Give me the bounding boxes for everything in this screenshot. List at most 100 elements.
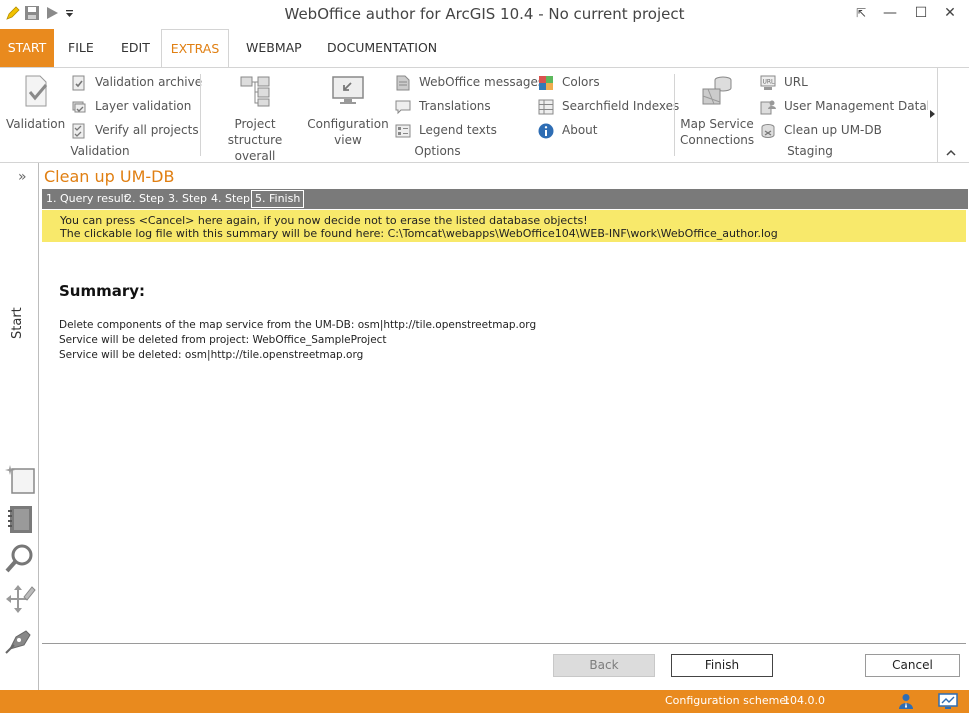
left-sidebar: » Start <box>0 163 39 690</box>
map-service-connections-label-1: Map Service <box>680 117 754 131</box>
about-label: About <box>562 123 598 137</box>
pen-icon[interactable] <box>4 623 36 655</box>
configuration-view-label-2: view <box>334 133 362 147</box>
weboffice-messages-button[interactable]: WebOffice messages <box>395 72 544 92</box>
translations-button[interactable]: Translations <box>395 96 491 116</box>
translations-icon <box>395 100 411 114</box>
configuration-view-button[interactable]: Configuration view <box>307 74 389 148</box>
url-button[interactable]: URL URL <box>760 72 808 92</box>
map-service-connections-button[interactable]: Map Service Connections <box>680 74 754 148</box>
about-button[interactable]: About <box>538 120 597 140</box>
colors-button[interactable]: Colors <box>538 72 600 92</box>
layer-validation-label: Layer validation <box>95 99 192 113</box>
close-button[interactable]: ✕ <box>938 4 962 22</box>
divider <box>42 643 966 644</box>
searchfield-indexes-icon <box>538 99 554 114</box>
url-icon: URL <box>760 75 776 90</box>
collapse-ribbon-icon[interactable] <box>945 148 957 158</box>
legend-texts-button[interactable]: Legend texts <box>395 120 497 140</box>
tab-edit[interactable]: EDIT <box>111 29 160 67</box>
step-3[interactable]: 3. Step <box>165 191 210 207</box>
configuration-view-label-1: Configuration <box>307 117 389 131</box>
move-edit-icon[interactable] <box>4 583 36 615</box>
step-2[interactable]: 2. Step <box>122 191 167 207</box>
tab-extras[interactable]: EXTRAS <box>161 29 229 68</box>
status-bar: Configuration scheme: 104.0.0 <box>0 690 969 713</box>
searchfield-indexes-button[interactable]: Searchfield Indexes <box>538 96 679 116</box>
group-label-staging: Staging <box>787 144 833 158</box>
validation-button[interactable]: Validation <box>6 74 66 132</box>
validation-archive-label: Validation archive <box>95 75 203 89</box>
back-button[interactable]: Back <box>553 654 655 677</box>
config-scheme-value: 104.0.0 <box>783 694 825 707</box>
archive-icon <box>72 75 85 90</box>
project-structure-icon <box>240 76 270 107</box>
project-structure-button[interactable]: Project structure overall <box>207 74 303 164</box>
validation-label: Validation <box>6 117 66 131</box>
layer-validation-icon <box>72 101 86 112</box>
ribbon: Validation Validation archive Layer vali… <box>0 67 969 163</box>
summary-line: Delete components of the map service fro… <box>59 319 537 331</box>
summary-line: Service will be deleted: osm|http://tile… <box>59 349 364 361</box>
ribbon-separator <box>200 74 201 156</box>
ribbon-separator <box>674 74 675 156</box>
notebook-icon[interactable] <box>4 503 36 535</box>
url-label: URL <box>784 75 808 89</box>
step-4[interactable]: 4. Step <box>208 191 253 207</box>
finish-button[interactable]: Finish <box>671 654 773 677</box>
monitor-icon[interactable] <box>938 693 958 710</box>
search-icon[interactable] <box>4 543 36 575</box>
weboffice-messages-label: WebOffice messages <box>419 75 545 89</box>
notice-line-cancel: You can press <Cancel> here again, if yo… <box>60 214 588 227</box>
legend-texts-icon <box>395 124 411 137</box>
project-structure-label-1: Project structure <box>227 117 283 147</box>
page-title: Clean up UM-DB <box>44 167 175 186</box>
summary-line: Service will be deleted from project: We… <box>59 334 387 346</box>
validation-archive-button[interactable]: Validation archive <box>71 72 202 92</box>
user-management-db-icon <box>760 100 776 114</box>
tab-start[interactable]: START <box>0 29 54 67</box>
colors-icon <box>539 75 553 90</box>
cleanup-umdb-label: Clean up UM-DB <box>784 123 882 137</box>
project-structure-label-2: overall <box>234 149 276 163</box>
ribbon-scroll-right-icon[interactable] <box>928 108 936 120</box>
maximize-button[interactable]: ☐ <box>909 4 933 22</box>
verify-projects-icon <box>72 123 85 138</box>
window-title: WebOffice author for ArcGIS 10.4 - No cu… <box>284 5 685 23</box>
title-bar: WebOffice author for ArcGIS 10.4 - No cu… <box>0 0 969 29</box>
step-query-result[interactable]: 1. Query result <box>43 191 131 207</box>
minimize-button[interactable]: — <box>878 4 902 22</box>
notice-line-logfile[interactable]: The clickable log file with this summary… <box>60 227 948 240</box>
sidebar-start-label[interactable]: Start <box>10 307 25 339</box>
tab-file[interactable]: FILE <box>58 29 104 67</box>
messages-icon <box>396 75 410 90</box>
ribbon-tabs: START FILE EDIT EXTRAS WEBMAP DOCUMENTAT… <box>0 29 969 68</box>
restore-ribbon-icon[interactable]: ⇱ <box>849 4 873 22</box>
colors-label: Colors <box>562 75 600 89</box>
user-management-db-label: User Management Databas <box>784 99 928 113</box>
info-icon <box>538 123 554 138</box>
cleanup-db-icon <box>761 123 775 138</box>
cleanup-umdb-button[interactable]: Clean up UM-DB <box>760 120 882 140</box>
wizard-steps: 1. Query result 2. Step 3. Step 4. Step … <box>42 189 968 209</box>
group-label-validation: Validation <box>70 144 130 158</box>
map-service-connections-label-2: Connections <box>680 133 755 147</box>
config-scheme-label: Configuration scheme: <box>665 694 790 707</box>
step-finish[interactable]: 5. Finish <box>251 190 305 208</box>
tab-documentation[interactable]: DOCUMENTATION <box>317 29 447 67</box>
user-icon[interactable] <box>898 693 914 710</box>
expand-sidebar-icon[interactable]: » <box>18 169 27 185</box>
new-document-icon[interactable] <box>4 463 36 495</box>
searchfield-indexes-label: Searchfield Indexes <box>562 99 680 113</box>
svg-text:URL: URL <box>763 78 776 85</box>
summary-list: Delete components of the map service fro… <box>59 318 536 363</box>
verify-all-projects-button[interactable]: Verify all projects <box>71 120 199 140</box>
tab-webmap[interactable]: WEBMAP <box>236 29 312 67</box>
validation-check-icon <box>25 75 48 107</box>
user-management-db-button[interactable]: User Management Databas <box>760 96 928 116</box>
summary-heading: Summary: <box>59 282 146 300</box>
cancel-button[interactable]: Cancel <box>865 654 960 677</box>
notice-banner: You can press <Cancel> here again, if yo… <box>42 210 966 242</box>
map-service-connections-icon <box>702 76 732 105</box>
layer-validation-button[interactable]: Layer validation <box>71 96 191 116</box>
